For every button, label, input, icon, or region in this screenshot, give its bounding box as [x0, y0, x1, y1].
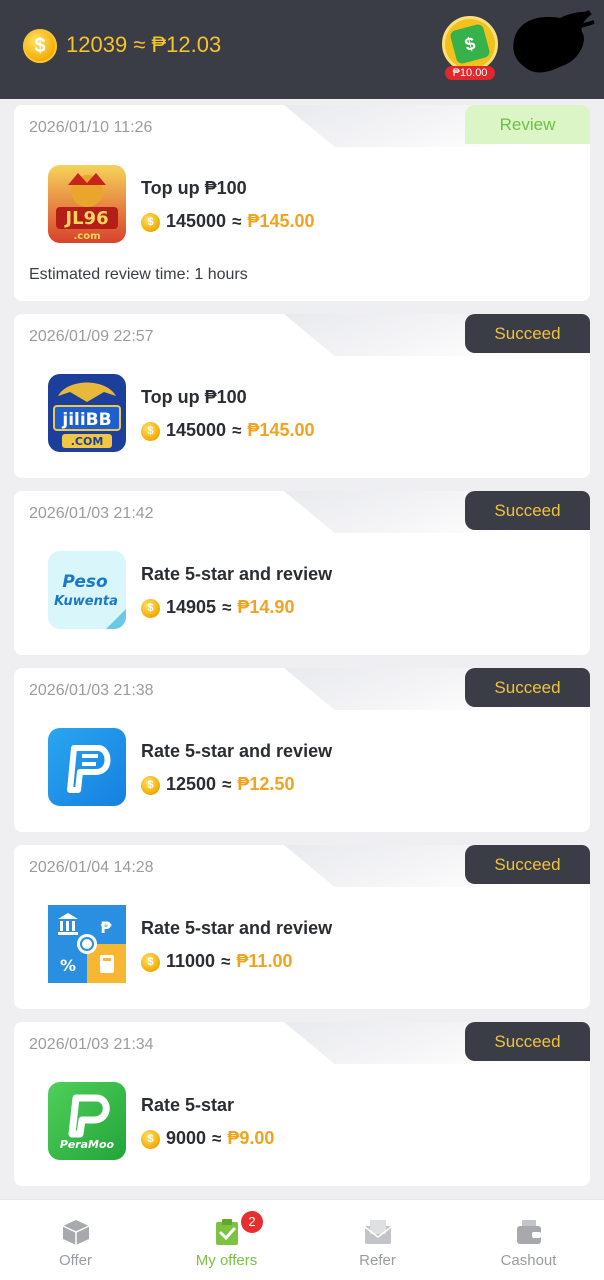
- coin-icon: [23, 29, 57, 63]
- svg-text:₱: ₱: [100, 918, 112, 937]
- coin-icon: [141, 422, 160, 441]
- svg-text:Peso: Peso: [62, 572, 108, 592]
- svg-text:.com: .com: [73, 231, 100, 242]
- status-badge: Review: [465, 105, 590, 144]
- status-badge: Succeed: [465, 491, 590, 530]
- nav-cashout[interactable]: Cashout: [453, 1200, 604, 1280]
- clipboard-check-icon: [216, 1219, 238, 1245]
- offer-card[interactable]: 2026/01/04 14:28 Succeed ₱ % Rate 5-star…: [14, 845, 590, 1009]
- app-icon-blue-p: [48, 728, 126, 806]
- coin-icon: [141, 953, 160, 972]
- offer-card[interactable]: 2026/01/10 11:26 Review JL96 .com Top up…: [14, 105, 590, 301]
- offer-date: 2026/01/03 21:42: [29, 505, 154, 522]
- nav-my-offers[interactable]: 2 My offers: [151, 1200, 302, 1280]
- offer-date: 2026/01/04 14:28: [29, 859, 154, 876]
- status-badge: Succeed: [465, 1022, 590, 1061]
- nav-refer[interactable]: Refer: [302, 1200, 453, 1280]
- coin-icon: [141, 1130, 160, 1149]
- status-badge: Succeed: [465, 845, 590, 884]
- offer-date: 2026/01/09 22:57: [29, 328, 154, 345]
- coin-icon: [141, 599, 160, 618]
- envelope-icon: [364, 1220, 392, 1244]
- offer-date: 2026/01/03 21:38: [29, 682, 154, 699]
- svg-text:JL96: JL96: [63, 208, 108, 229]
- top-header: 12039 ≈ ₱12.03 ₱10.00: [0, 0, 604, 99]
- svg-text:PeraMoo: PeraMoo: [60, 1138, 115, 1151]
- box-icon: [62, 1220, 90, 1245]
- coin-icon: [141, 776, 160, 795]
- offer-title: Top up ₱100: [141, 387, 247, 407]
- app-icon-grid-finance: ₱ %: [48, 905, 126, 983]
- bonus-reward-button[interactable]: ₱10.00: [442, 16, 498, 80]
- bonus-amount-badge: ₱10.00: [445, 66, 495, 80]
- coin-balance[interactable]: 12039 ≈ ₱12.03: [66, 32, 221, 58]
- offer-title: Rate 5-star: [141, 1095, 235, 1115]
- money-icon: [442, 16, 498, 72]
- offer-card[interactable]: 2026/01/09 22:57 Succeed jiliBB .COM Top…: [14, 314, 590, 478]
- svg-text:jiliBB: jiliBB: [61, 410, 111, 430]
- nav-label: Refer: [359, 1252, 396, 1269]
- offer-date: 2026/01/10 11:26: [29, 119, 153, 136]
- nav-label: Offer: [58, 1252, 93, 1269]
- offer-card[interactable]: 2026/01/03 21:34 Succeed PeraMoo Rate 5-…: [14, 1022, 590, 1186]
- offer-card[interactable]: 2026/01/03 21:38 Succeed Rate 5-star and…: [14, 668, 590, 832]
- app-icon-peso-kuwenta: Peso Kuwenta: [48, 551, 126, 629]
- app-icon-jl96: JL96 .com: [48, 165, 126, 243]
- nav-offer[interactable]: Offer: [0, 1200, 151, 1280]
- notification-badge: 2: [241, 1211, 263, 1233]
- bottom-navigation: Offer 2 My offers Refer Cashout: [0, 1199, 604, 1280]
- offer-title: Rate 5-star and review: [141, 741, 333, 761]
- status-badge: Succeed: [465, 314, 590, 353]
- nav-label: My offers: [195, 1252, 258, 1269]
- svg-text:%: %: [60, 956, 76, 975]
- avatar[interactable]: [510, 10, 596, 80]
- balance-peso-value: ≈ ₱12.03: [133, 32, 222, 57]
- coin-icon: [141, 213, 160, 232]
- app-icon-jilibb: jiliBB .COM: [48, 374, 126, 452]
- app-icon-peramoo: PeraMoo: [48, 1082, 126, 1160]
- svg-text:Kuwenta: Kuwenta: [54, 594, 118, 609]
- offer-date: 2026/01/03 21:34: [29, 1036, 154, 1053]
- estimated-review-time: Estimated review time: 1 hours: [29, 266, 248, 283]
- offer-title: Top up ₱100: [141, 178, 247, 198]
- offer-card[interactable]: 2026/01/03 21:42 Succeed Peso Kuwenta Ra…: [14, 491, 590, 655]
- coin-balance-value: 12039: [66, 32, 128, 57]
- offer-title: Rate 5-star and review: [141, 918, 333, 938]
- svg-text:.COM: .COM: [71, 435, 104, 448]
- offer-title: Rate 5-star and review: [141, 564, 333, 584]
- status-badge: Succeed: [465, 668, 590, 707]
- nav-label: Cashout: [500, 1252, 557, 1269]
- wallet-icon: [517, 1220, 541, 1244]
